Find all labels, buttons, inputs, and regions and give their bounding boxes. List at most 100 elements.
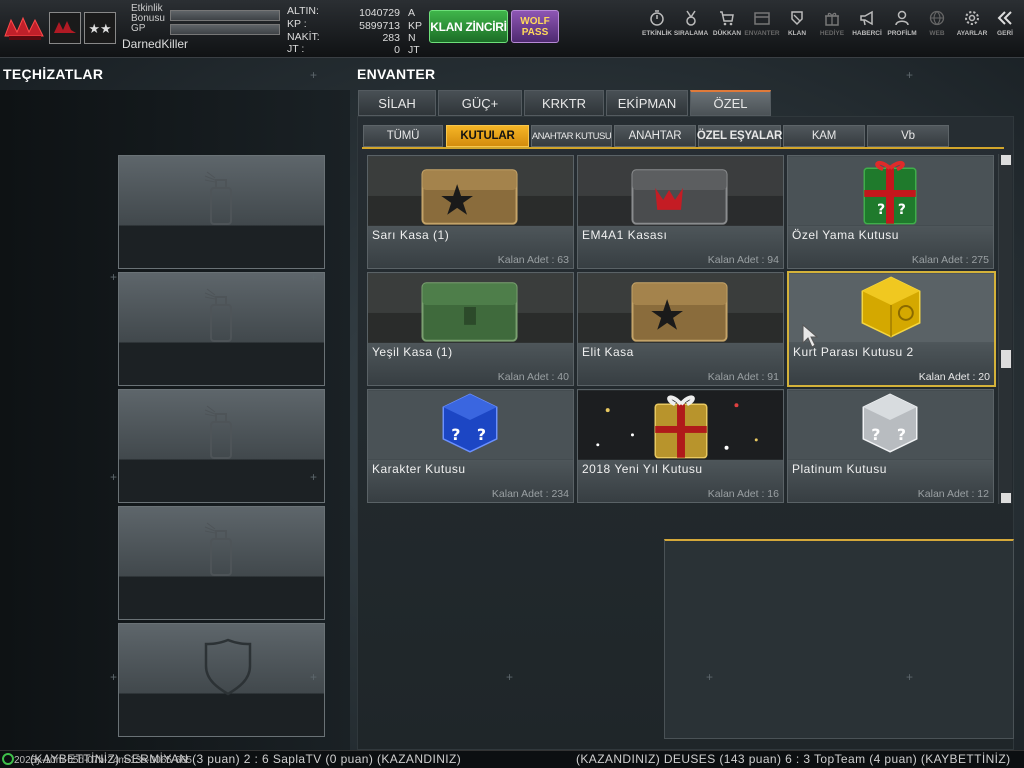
nav-settings[interactable]: AYARLAR [953,10,991,37]
tab-weapon[interactable]: SİLAH [358,90,436,116]
nav-web[interactable]: WEB [918,10,956,37]
svg-text:?: ? [877,202,885,218]
item-quantity: Kalan Adet : 275 [911,254,989,266]
match-ticker: (KAYBETTİNİZ) SERMİYAN (3 puan) 2 : 6 Sa… [0,750,1024,768]
medal-icon [686,10,696,26]
subtab-other[interactable]: Vb [867,125,949,147]
item-name: Özel Yama Kutusu [792,228,899,242]
gp-bar [170,24,280,35]
decor-plus: + [110,270,118,284]
decor-plus: + [310,68,318,82]
nav-clan[interactable]: KLAN [778,10,816,37]
item-quantity: Kalan Adet : 12 [917,488,989,500]
tab-equipment[interactable]: EKİPMAN [606,90,688,116]
svg-text:?: ? [451,425,460,444]
clan-badge-icon[interactable] [49,12,81,44]
inventory-title: ENVANTER [357,66,436,82]
gold-unit: A [408,7,416,19]
yellow-case-icon [368,156,573,226]
item-card-platinum-box[interactable]: ? ? Platinum Kutusu Kalan Adet : 12 [787,389,994,503]
event-bonus-label: Etkinlik Bonusu [131,3,165,24]
subtab-key[interactable]: ANAHTAR [614,125,696,147]
nav-back[interactable]: GERİ [988,10,1022,37]
item-name: Yeşil Kasa (1) [372,345,453,359]
cash-label: NAKİT: [287,31,320,43]
tab-character[interactable]: KRKTR [524,90,604,116]
shield-icon [204,638,252,696]
subtab-underline [362,147,1004,149]
subtab-all[interactable]: TÜMÜ [363,125,443,147]
cash-value: 283 [382,32,400,44]
clan-chain-button[interactable]: KLAN ZİNCİRİ [429,10,508,43]
equipment-title: TEÇHİZATLAR [3,66,104,82]
item-card-green-case[interactable]: Yeşil Kasa (1) Kalan Adet : 40 [367,272,574,386]
nav-messenger[interactable]: HABERCİ [848,10,886,37]
item-name: Elit Kasa [582,345,634,359]
cash-unit: N [408,32,416,44]
item-card-character-box[interactable]: ? ? Karakter Kutusu Kalan Adet : 234 [367,389,574,503]
item-quantity: Kalan Adet : 94 [707,254,779,266]
jt-value: 0 [394,44,400,56]
kp-value: 5899713 [359,20,400,32]
ticker-timestamp: 2025y-10m-05d-07h-24m-13s-0065-665 [14,755,192,766]
spray-can-icon [204,522,232,576]
equipment-slot-5[interactable] [118,623,325,737]
item-quantity: Kalan Adet : 16 [707,488,779,500]
subtab-boxes[interactable]: KUTULAR [446,125,529,147]
game-logo-icon [4,16,44,40]
inventory-scrollbar[interactable] [998,154,1012,504]
cart-icon [720,11,734,26]
green-gift-box-icon: ? ? [788,156,993,226]
nav-shop[interactable]: DÜKKAN [708,10,746,37]
item-card-special-patch-box[interactable]: ? ? Özel Yama Kutusu Kalan Adet : 275 [787,155,994,269]
item-quantity: Kalan Adet : 234 [491,488,569,500]
nav-profile[interactable]: PROFİLM [883,10,921,37]
decor-plus: + [906,670,914,684]
gold-cube-icon [789,273,994,343]
profile-icon [895,10,909,26]
subtab-special-items[interactable]: ÖZEL EŞYALAR [697,125,782,147]
item-card-new-year-2018-box[interactable]: 2018 Yeni Yıl Kutusu Kalan Adet : 16 [577,389,784,503]
em4a1-case-icon [578,156,783,226]
elite-case-icon [578,273,783,343]
item-card-yellow-case[interactable]: Sarı Kasa (1) Kalan Adet : 63 [367,155,574,269]
svg-text:?: ? [898,202,906,218]
tab-special[interactable]: ÖZEL [690,90,771,116]
top-bar: ★★ Etkinlik Bonusu GP DarnedKiller ALTIN… [0,0,1024,58]
svg-text:?: ? [871,425,880,444]
item-name: Sarı Kasa (1) [372,228,450,242]
spray-can-icon [204,288,232,342]
item-name: 2018 Yeni Yıl Kutusu [582,462,703,476]
scroll-down-button[interactable] [1001,493,1011,503]
equipment-slot-3[interactable] [118,389,325,503]
equipment-slot-2[interactable] [118,272,325,386]
scroll-up-button[interactable] [1001,155,1011,165]
decor-plus: + [110,670,118,684]
nav-event[interactable]: ETKİNLİK [638,10,676,37]
nav-gift[interactable]: HEDİYE [813,10,851,37]
item-card-elite-case[interactable]: Elit Kasa Kalan Adet : 91 [577,272,784,386]
kp-unit: KP [408,20,423,32]
item-quantity: Kalan Adet : 91 [707,371,779,383]
tab-power[interactable]: GÜÇ+ [438,90,522,116]
svg-text:?: ? [897,425,906,444]
decor-plus: + [310,670,318,684]
silver-question-cube-icon: ? ? [788,390,993,460]
wolf-pass-button[interactable]: WOLF PASS [511,10,559,43]
rank-stars-icon[interactable]: ★★ [84,12,116,44]
subtab-camo[interactable]: KAM [783,125,865,147]
username: DarnedKiller [122,37,189,51]
subtab-key-box[interactable]: ANAHTAR KUTUSU [531,125,612,147]
equipment-slot-1[interactable] [118,155,325,269]
scroll-thumb[interactable] [1001,350,1011,368]
item-card-em4a1-case[interactable]: EM4A1 Kasası Kalan Adet : 94 [577,155,784,269]
nav-ranking[interactable]: SIRALAMA [672,10,710,37]
item-name: EM4A1 Kasası [582,228,668,242]
item-quantity: Kalan Adet : 63 [497,254,569,266]
nav-inventory[interactable]: ENVANTER [743,10,781,37]
equipment-slot-4[interactable] [118,506,325,620]
gold-value: 1040729 [359,7,400,19]
gear-icon [965,11,979,25]
clan-icon [791,11,803,26]
item-card-wolf-coin-box-selected[interactable]: Kurt Parası Kutusu 2 Kalan Adet : 20 [787,271,996,387]
